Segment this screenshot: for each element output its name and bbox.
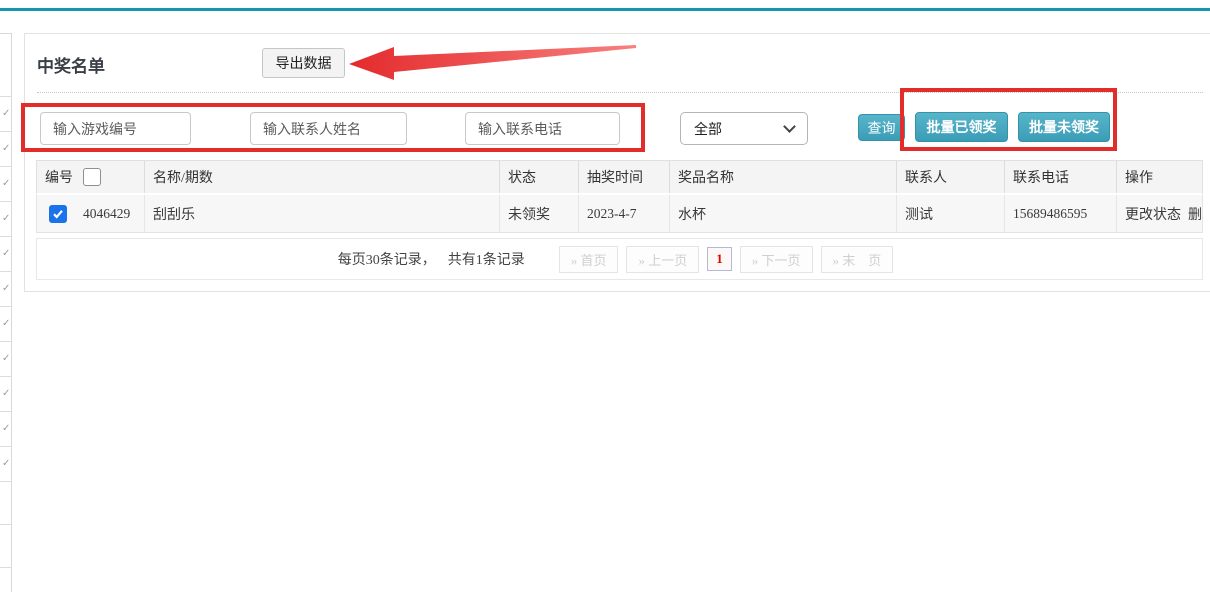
sidebar-sliver: ✓ ✓ ✓ ✓ ✓ ✓ ✓ ✓ ✓ ✓ ✓ xyxy=(0,33,12,592)
sidebar-item-stub[interactable]: ✓ xyxy=(0,97,11,132)
cell-contact: 测试 xyxy=(897,195,1005,232)
sidebar-item-stub[interactable]: ✓ xyxy=(0,202,11,237)
row-checkbox[interactable] xyxy=(49,205,67,223)
chevron-down-icon xyxy=(783,120,796,133)
check-icon: ✓ xyxy=(2,459,10,469)
table-row: 4046429 刮刮乐 未领奖 2023-4-7 水杯 测试 156894865… xyxy=(36,195,1203,233)
sidebar-spacer xyxy=(0,525,11,568)
column-header-prize: 奖品名称 xyxy=(670,161,897,193)
sidebar-spacer xyxy=(0,482,11,525)
status-select-value: 全部 xyxy=(694,119,722,139)
sidebar-item-stub[interactable]: ✓ xyxy=(0,412,11,447)
query-button[interactable]: 查询 xyxy=(858,114,905,141)
column-header-phone: 联系电话 xyxy=(1005,161,1117,193)
cell-phone: 15689486595 xyxy=(1005,195,1117,232)
check-icon: ✓ xyxy=(2,424,10,434)
batch-received-button[interactable]: 批量已领奖 xyxy=(915,112,1008,142)
column-header-id: 编号 xyxy=(37,161,145,193)
sidebar-item-stub[interactable]: ✓ xyxy=(0,342,11,377)
next-page-button[interactable]: » 下一页 xyxy=(740,246,813,273)
cell-id: 4046429 xyxy=(37,195,145,232)
check-icon: ✓ xyxy=(2,179,10,189)
delete-link[interactable]: 删除 xyxy=(1188,204,1202,224)
current-page-button[interactable]: 1 xyxy=(707,247,732,271)
column-header-status: 状态 xyxy=(500,161,579,193)
check-icon: ✓ xyxy=(2,214,10,224)
check-icon: ✓ xyxy=(2,144,10,154)
check-icon: ✓ xyxy=(2,319,10,329)
contact-name-input[interactable] xyxy=(250,112,407,145)
sidebar-item-stub[interactable]: ✓ xyxy=(0,272,11,307)
last-page-button[interactable]: » 末 页 xyxy=(821,246,894,273)
batch-unreceived-button[interactable]: 批量未领奖 xyxy=(1018,112,1110,142)
table-header: 编号 名称/期数 状态 抽奖时间 奖品名称 联系人 联系电话 操作 xyxy=(36,160,1203,195)
sidebar-item-stub[interactable]: ✓ xyxy=(0,167,11,202)
select-all-checkbox[interactable] xyxy=(83,168,101,186)
column-header-name: 名称/期数 xyxy=(145,161,500,193)
sidebar-item-stub[interactable]: ✓ xyxy=(0,307,11,342)
check-icon: ✓ xyxy=(2,249,10,259)
sidebar-item-stub[interactable]: ✓ xyxy=(0,447,11,482)
change-status-link[interactable]: 更改状态 xyxy=(1125,204,1181,224)
contact-phone-input[interactable] xyxy=(465,112,620,145)
sidebar-item-stub[interactable]: ✓ xyxy=(0,377,11,412)
page-title: 中奖名单 xyxy=(37,52,105,77)
cell-draw-time: 2023-4-7 xyxy=(579,195,670,232)
total-records-text: 共有1条记录 xyxy=(448,249,525,269)
cell-prize: 水杯 xyxy=(670,195,897,232)
check-icon: ✓ xyxy=(2,109,10,119)
pagination: 每页30条记录， 共有1条记录 » 首页 » 上一页 1 » 下一页 » 末 页 xyxy=(36,238,1203,280)
title-separator xyxy=(37,92,1203,93)
results-table: 编号 名称/期数 状态 抽奖时间 奖品名称 联系人 联系电话 操作 404642… xyxy=(36,160,1203,233)
check-icon: ✓ xyxy=(2,284,10,294)
export-data-button[interactable]: 导出数据 xyxy=(262,48,345,78)
sidebar-spacer xyxy=(0,34,11,97)
first-page-button[interactable]: » 首页 xyxy=(559,246,619,273)
column-header-id-label: 编号 xyxy=(45,167,73,187)
sidebar-item-stub[interactable]: ✓ xyxy=(0,132,11,167)
column-header-actions: 操作 xyxy=(1117,161,1202,193)
per-page-text: 每页30条记录， xyxy=(338,249,436,269)
column-header-draw-time: 抽奖时间 xyxy=(579,161,670,193)
check-icon: ✓ xyxy=(2,354,10,364)
sidebar-item-stub[interactable]: ✓ xyxy=(0,237,11,272)
cell-status: 未领奖 xyxy=(500,195,579,232)
screen: ✓✓✓✓✓✓✓✓✓✓✓ 中奖名单 导出数据 全部 查询 批量已领奖 批量未领奖 … xyxy=(0,0,1210,592)
prev-page-button[interactable]: » 上一页 xyxy=(626,246,699,273)
status-select[interactable]: 全部 xyxy=(680,112,808,145)
check-icon: ✓ xyxy=(2,389,10,399)
top-accent-bar xyxy=(0,8,1210,11)
cell-actions: 更改状态 删除 xyxy=(1117,195,1202,232)
column-header-contact: 联系人 xyxy=(897,161,1005,193)
game-id-input[interactable] xyxy=(40,112,191,145)
sidebar-spacer xyxy=(0,568,11,592)
cell-name: 刮刮乐 xyxy=(145,195,500,232)
row-id-value: 4046429 xyxy=(83,206,130,222)
